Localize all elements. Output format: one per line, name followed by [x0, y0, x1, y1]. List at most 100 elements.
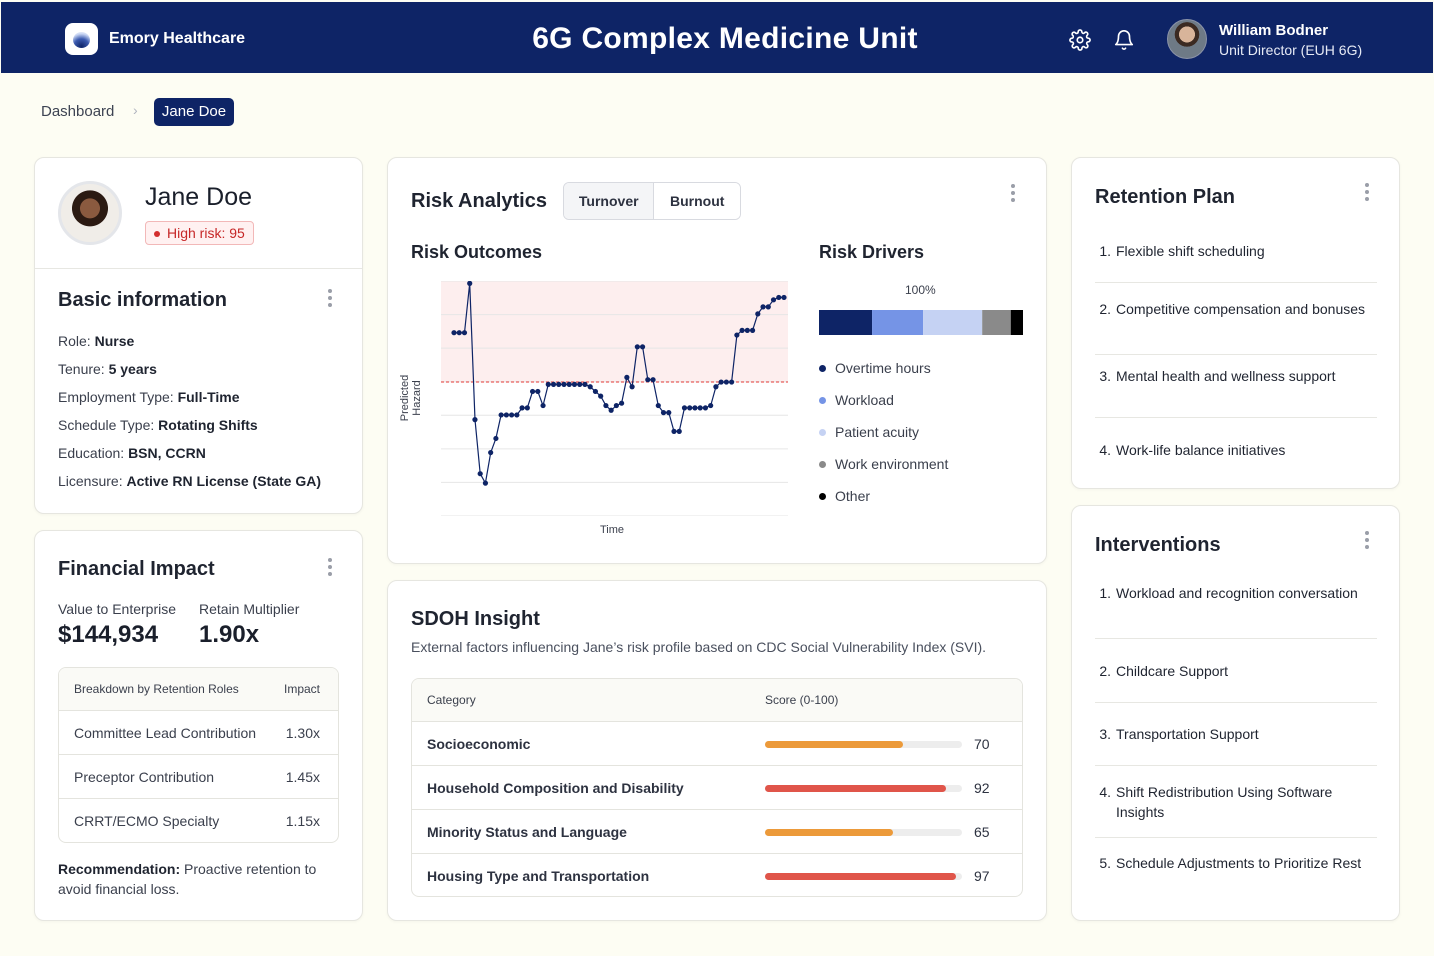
legend-dot-icon [819, 461, 826, 468]
impact-cell: 1.30x [285, 724, 320, 741]
data-point [488, 449, 494, 456]
data-point [461, 330, 468, 336]
risk-drivers-stacked-bar [819, 310, 1023, 335]
legend-dot-icon [819, 365, 826, 372]
data-point [556, 381, 562, 387]
brand-name[interactable]: Emory Healthcare [109, 30, 245, 48]
data-point [477, 471, 483, 477]
sdoh-table: Category Score (0-100) Socioeconomic 70 … [411, 678, 1023, 897]
data-point [624, 374, 630, 380]
list-item: 1. Workload and recognition conversation [1099, 585, 1358, 601]
data-point [493, 435, 499, 442]
table-header: Category Score (0-100) [412, 679, 1022, 722]
data-point [535, 388, 541, 395]
driver-segment [872, 310, 924, 335]
column-header-impact: Impact [283, 682, 320, 696]
retention-plan-more-icon[interactable] [1364, 183, 1370, 203]
category-cell: Socioeconomic [427, 735, 531, 752]
role-cell: Preceptor Contribution [74, 768, 215, 785]
sdoh-title: SDOH Insight [411, 608, 540, 630]
data-point [519, 405, 525, 411]
legend-item: Workload [819, 392, 894, 408]
data-point [613, 402, 619, 409]
list-item: 3. Mental health and wellness support [1099, 368, 1336, 384]
score-cell: 65 [974, 823, 990, 840]
data-point [770, 297, 777, 303]
interventions-title: Interventions [1095, 534, 1221, 556]
settings-gear-icon[interactable] [1069, 29, 1091, 51]
data-point [713, 384, 719, 390]
chevron-right-icon: › [133, 102, 138, 118]
divider [1095, 638, 1377, 639]
data-point [524, 405, 530, 411]
risk-analytics-title: Risk Analytics [411, 190, 547, 212]
brand-logo-icon[interactable] [65, 23, 98, 55]
impact-cell: 1.15x [285, 813, 320, 829]
user-avatar[interactable] [1167, 19, 1207, 59]
score-cell: 70 [974, 735, 990, 752]
data-point [482, 480, 489, 486]
data-point [660, 410, 667, 416]
table-row: Committee Lead Contribution 1.30x [59, 711, 338, 755]
score-bar-fill [765, 741, 903, 748]
data-point [718, 379, 724, 385]
data-point [603, 402, 609, 409]
driver-segment [982, 310, 1011, 335]
driver-segment [819, 310, 873, 335]
data-point [676, 428, 682, 434]
interventions-more-icon[interactable] [1364, 531, 1370, 551]
financial-more-icon[interactable] [327, 558, 333, 578]
retention-plan-card: Retention Plan 1. Flexible shift scheduli… [1071, 157, 1400, 489]
value-to-enterprise: $144,934 [58, 621, 159, 648]
list-item: 3. Transportation Support [1099, 726, 1259, 742]
score-bar [765, 741, 962, 748]
notification-bell-icon[interactable] [1113, 29, 1135, 51]
breadcrumb-dashboard[interactable]: Dashboard [41, 103, 114, 120]
data-point [697, 405, 703, 411]
list-item: 4. Work-life balance initiatives [1099, 442, 1286, 458]
data-point [582, 381, 588, 387]
data-point [529, 388, 536, 395]
table-row: Minority Status and Language 65 [412, 810, 1022, 854]
risk-outcomes-title: Risk Outcomes [411, 242, 543, 262]
divider [1095, 702, 1377, 703]
risk-analytics-more-icon[interactable] [1010, 184, 1016, 204]
data-point [514, 412, 520, 418]
data-point [629, 384, 635, 390]
data-point [472, 417, 478, 423]
user-name[interactable]: William Bodner [1219, 22, 1328, 39]
info-role: Role: Nurse [58, 333, 135, 349]
score-bar-fill [765, 785, 947, 792]
breadcrumb-current[interactable]: Jane Doe [154, 98, 234, 126]
high-risk-zone [441, 281, 788, 383]
basic-info-more-icon[interactable] [327, 289, 333, 309]
column-header-category: Category [427, 693, 476, 707]
table-row: CRRT/ECMO Specialty 1.15x [59, 799, 338, 842]
data-point [540, 402, 546, 409]
data-point [655, 402, 661, 409]
tab-turnover[interactable]: Turnover [564, 183, 655, 219]
data-point [739, 327, 745, 333]
data-point [776, 294, 782, 301]
legend-dot-icon [819, 397, 826, 404]
retention-plan-title: Retention Plan [1095, 186, 1236, 208]
divider [1095, 282, 1377, 283]
category-cell: Housing Type and Transportation [427, 868, 650, 884]
table-row: Socioeconomic 70 [412, 722, 1022, 766]
data-point [577, 381, 583, 387]
tab-burnout[interactable]: Burnout [654, 183, 740, 219]
legend-dot-icon [819, 429, 826, 436]
score-bar-fill [765, 873, 957, 880]
info-tenure: Tenure: 5 years [58, 361, 157, 377]
data-point [587, 384, 593, 390]
divider [1095, 417, 1377, 418]
score-bar [765, 829, 962, 836]
data-point [498, 412, 504, 418]
page-title: 6G Complex Medicine Unit [532, 22, 918, 55]
data-point [451, 330, 457, 336]
sdoh-card: SDOH Insight External factors influencin… [387, 580, 1047, 921]
employee-avatar [58, 181, 122, 245]
list-item: 2. Competitive compensation and bonuses [1099, 301, 1366, 317]
risk-analytics-card: Risk Analytics Turnover Burnout Risk Out… [387, 157, 1047, 564]
divider [1095, 765, 1377, 766]
